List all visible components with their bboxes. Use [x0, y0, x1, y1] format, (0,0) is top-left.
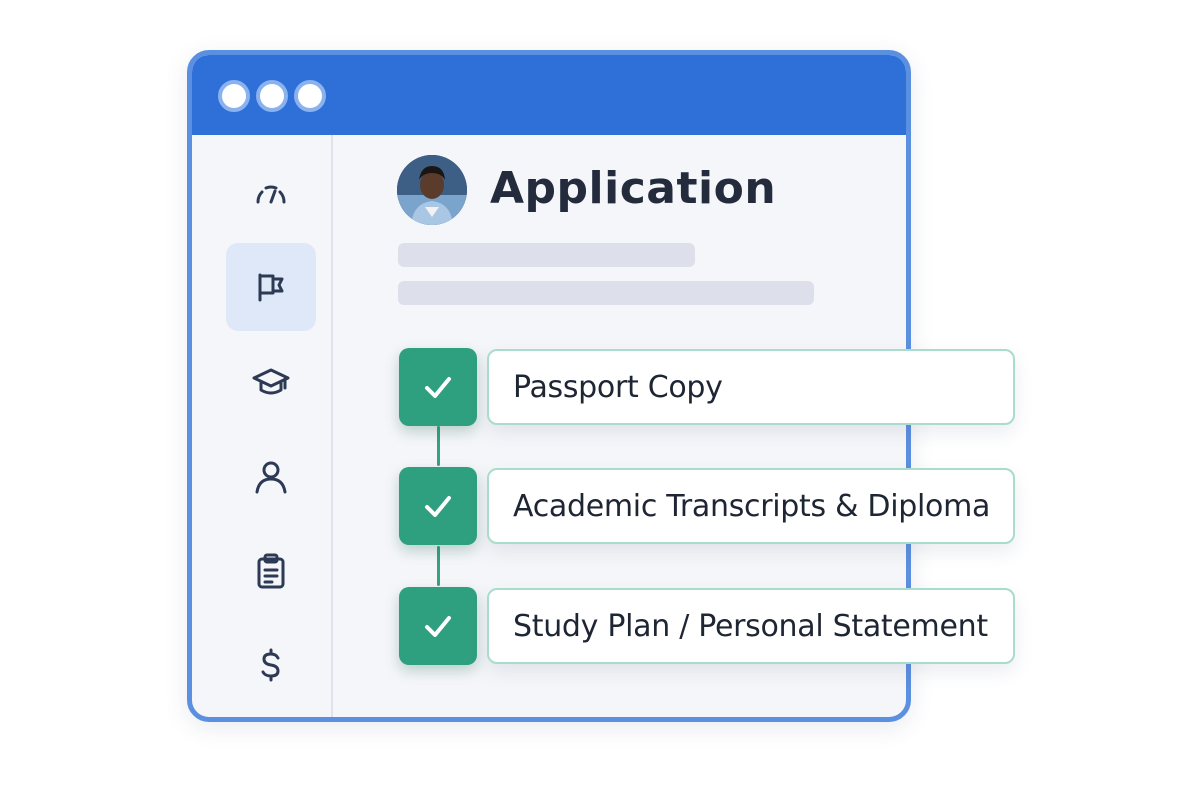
checkbox-passport[interactable] [399, 348, 477, 426]
sidebar-item-payments[interactable] [226, 621, 316, 709]
flag-icon [258, 273, 284, 302]
checklist-item-study-plan[interactable]: Study Plan / Personal Statement [487, 588, 1015, 664]
checklist-item-label: Passport Copy [513, 369, 723, 405]
check-icon [425, 496, 451, 517]
title-bar [192, 55, 906, 135]
checkbox-transcripts[interactable] [399, 467, 477, 545]
window-dot-3[interactable] [294, 80, 326, 112]
sidebar [192, 135, 333, 717]
step-connector-1 [437, 426, 440, 466]
check-icon [425, 616, 451, 637]
checklist-item-transcripts[interactable]: Academic Transcripts & Diploma [487, 468, 1015, 544]
window-dot-2[interactable] [256, 80, 288, 112]
checklist-item-label: Study Plan / Personal Statement [513, 608, 988, 644]
checklist-item-label: Academic Transcripts & Diploma [513, 488, 991, 524]
user-avatar [397, 155, 467, 225]
sidebar-item-flag[interactable] [226, 243, 316, 331]
sidebar-item-education[interactable] [226, 338, 316, 426]
clipboard-icon [257, 553, 285, 589]
skeleton-line-1 [398, 243, 695, 267]
gauge-icon [256, 185, 286, 204]
checklist-item-passport[interactable]: Passport Copy [487, 349, 1015, 425]
avatar[interactable] [397, 155, 467, 225]
sidebar-item-dashboard[interactable] [226, 150, 316, 238]
step-connector-2 [437, 546, 440, 586]
window-dot-1[interactable] [218, 80, 250, 112]
dollar-icon [261, 648, 280, 682]
graduation-cap-icon [252, 368, 290, 395]
sidebar-item-profile[interactable] [226, 433, 316, 521]
checkbox-study-plan[interactable] [399, 587, 477, 665]
sidebar-item-documents[interactable] [226, 527, 316, 615]
check-icon [425, 377, 451, 398]
page-title: Application [490, 163, 777, 214]
skeleton-line-2 [398, 281, 814, 305]
user-icon [255, 461, 287, 494]
